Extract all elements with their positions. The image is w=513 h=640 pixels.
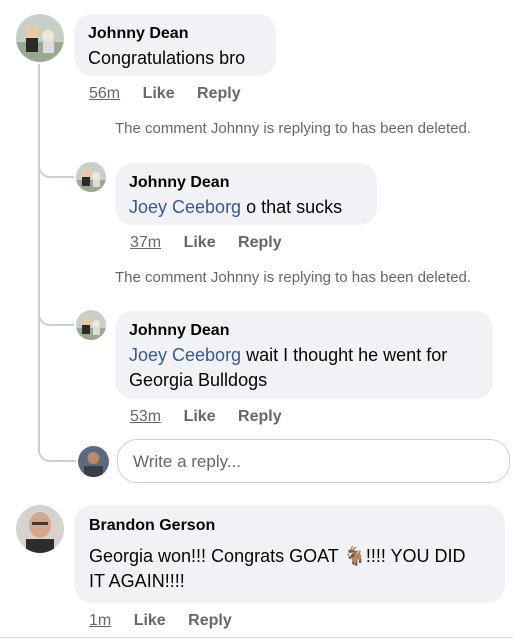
avatar[interactable] — [16, 505, 64, 553]
comment-text-line2: IT AGAIN!!!! — [89, 571, 185, 591]
comment-bubble[interactable]: Brandon Gerson Georgia won!!! Congrats G… — [74, 505, 505, 603]
reply-text-body: o that sucks — [241, 197, 343, 217]
avatar[interactable] — [76, 162, 106, 192]
mention-link[interactable]: Joey Ceeborg — [129, 345, 241, 365]
avatar[interactable] — [16, 14, 64, 62]
thread-line — [38, 64, 40, 454]
deleted-notice: The comment Johnny is replying to has be… — [115, 120, 472, 137]
current-user-avatar — [78, 446, 109, 477]
comment-author[interactable]: Brandon Gerson — [89, 516, 490, 536]
comment-actions: 56m Like Reply — [89, 84, 241, 104]
reply-actions: 53m Like Reply — [130, 407, 282, 427]
comment-text: Congratulations bro — [88, 48, 246, 68]
reply-text-line2: Georgia Bulldogs — [129, 370, 268, 390]
goat-emoji: 🐐 — [343, 546, 366, 566]
reply-button[interactable]: Reply — [188, 612, 232, 629]
reply-input-placeholder: Write a reply... — [133, 452, 242, 471]
reply-button[interactable]: Reply — [238, 408, 282, 425]
comment-text-part1: Georgia won!!! Congrats GOAT — [89, 546, 344, 566]
deleted-notice: The comment Johnny is replying to has be… — [115, 269, 472, 286]
reply-time[interactable]: 37m — [130, 234, 161, 251]
reply-button[interactable]: Reply — [238, 234, 282, 251]
reply-bubble[interactable]: Johnny Dean Joey Ceeborg o that sucks — [115, 163, 377, 225]
comment-bubble[interactable]: Johnny Dean Congratulations bro — [74, 14, 276, 76]
mention-link[interactable]: Joey Ceeborg — [129, 197, 241, 217]
profile-photo-icon — [16, 14, 64, 62]
comment-time[interactable]: 56m — [89, 85, 120, 102]
reply-input[interactable]: Write a reply... — [117, 439, 510, 483]
reply-bubble[interactable]: Johnny Dean Joey Ceeborg wait I thought … — [115, 311, 493, 399]
avatar[interactable] — [76, 310, 106, 340]
reply-author[interactable]: Johnny Dean — [129, 321, 479, 341]
reply-time[interactable]: 53m — [130, 408, 161, 425]
profile-photo-icon — [76, 162, 106, 192]
reply-connector — [38, 300, 74, 326]
profile-photo-icon — [16, 505, 64, 553]
profile-photo-icon — [76, 310, 106, 340]
like-button[interactable]: Like — [134, 612, 166, 629]
comment-text-part2: !!!! YOU DID — [365, 546, 466, 566]
profile-photo-icon — [78, 446, 109, 477]
reply-author[interactable]: Johnny Dean — [129, 173, 363, 193]
reply-actions: 37m Like Reply — [130, 233, 282, 253]
comment-author[interactable]: Johnny Dean — [88, 24, 262, 44]
like-button[interactable]: Like — [143, 85, 175, 102]
reply-text-body: wait I thought he went for — [241, 345, 448, 365]
reply-button[interactable]: Reply — [197, 85, 241, 102]
comment-time[interactable]: 1m — [89, 612, 111, 629]
reply-connector — [38, 150, 74, 178]
reply-text: Joey Ceeborg o that sucks — [129, 195, 363, 220]
like-button[interactable]: Like — [184, 234, 216, 251]
comment-actions: 1m Like Reply — [89, 611, 232, 631]
reply-connector — [38, 436, 76, 462]
like-button[interactable]: Like — [184, 408, 216, 425]
reply-text: Joey Ceeborg wait I thought he went for — [129, 343, 479, 368]
comment-text: Georgia won!!! Congrats GOAT 🐐!!!! YOU D… — [89, 544, 490, 569]
divider — [0, 637, 513, 638]
